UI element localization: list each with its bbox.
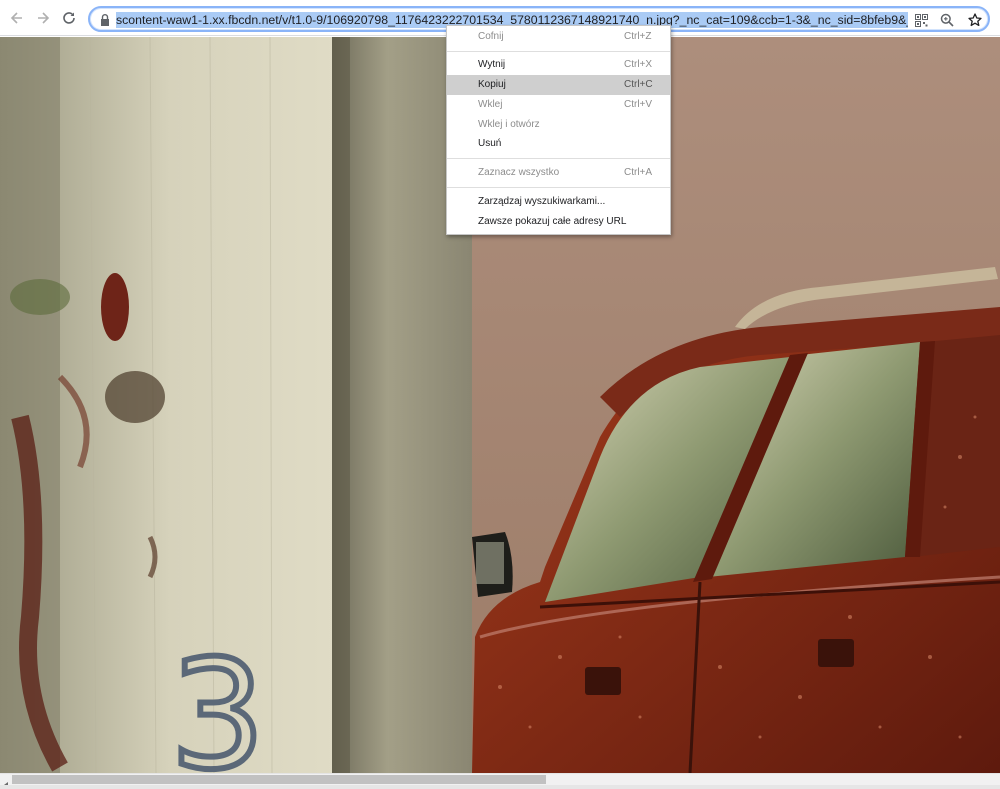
menu-item-always-show-full-urls[interactable]: Zawsze pokazuj całe adresy URL — [447, 212, 670, 232]
menu-item-label: Zarządzaj wyszukiwarkami... — [478, 196, 606, 207]
menu-item-shortcut: Ctrl+C — [624, 79, 653, 90]
menu-item-label: Zaznacz wszystko — [478, 167, 560, 178]
lock-icon[interactable] — [99, 13, 111, 27]
menu-item-delete[interactable]: Usuń — [447, 134, 670, 154]
star-icon[interactable] — [966, 11, 984, 29]
reload-icon — [61, 10, 77, 26]
menu-item-undo[interactable]: Cofnij Ctrl+Z — [447, 27, 670, 47]
menu-item-copy[interactable]: Kopiuj Ctrl+C — [447, 75, 670, 95]
menu-separator — [447, 158, 670, 159]
menu-item-shortcut: Ctrl+Z — [624, 31, 652, 42]
arrow-right-icon — [35, 10, 51, 26]
magnifier-icon[interactable] — [938, 11, 956, 29]
menu-item-label: Zawsze pokazuj całe adresy URL — [478, 216, 627, 227]
back-button[interactable] — [6, 7, 28, 29]
menu-item-label: Cofnij — [478, 31, 504, 42]
qr-code-icon[interactable] — [912, 11, 930, 29]
scrollbar-thumb[interactable] — [12, 775, 546, 784]
menu-item-select-all[interactable]: Zaznacz wszystko Ctrl+A — [447, 163, 670, 183]
menu-item-paste[interactable]: Wklej Ctrl+V — [447, 95, 670, 115]
forward-button[interactable] — [32, 7, 54, 29]
menu-item-shortcut: Ctrl+A — [624, 167, 653, 178]
menu-item-shortcut: Ctrl+X — [624, 59, 653, 70]
arrow-left-icon — [9, 10, 25, 26]
wall-number: 3 — [170, 629, 265, 773]
menu-item-label: Wytnij — [478, 59, 506, 70]
menu-item-label: Wklej — [478, 99, 503, 110]
window-bottom-edge — [0, 785, 1000, 789]
context-menu: Cofnij Ctrl+Z Wytnij Ctrl+X Kopiuj Ctrl+… — [446, 25, 671, 235]
menu-separator — [447, 187, 670, 188]
menu-item-label: Usuń — [478, 138, 502, 149]
menu-item-cut[interactable]: Wytnij Ctrl+X — [447, 55, 670, 75]
horizontal-scrollbar[interactable] — [0, 773, 1000, 788]
scroll-left-arrow-icon[interactable] — [2, 776, 10, 788]
menu-item-label: Wklej i otwórz — [478, 119, 540, 130]
menu-item-manage-search-engines[interactable]: Zarządzaj wyszukiwarkami... — [447, 192, 670, 212]
menu-item-paste-and-go[interactable]: Wklej i otwórz — [447, 115, 670, 135]
reload-button[interactable] — [58, 7, 80, 29]
menu-item-shortcut: Ctrl+V — [624, 99, 653, 110]
menu-separator — [447, 51, 670, 52]
menu-item-label: Kopiuj — [478, 79, 506, 90]
